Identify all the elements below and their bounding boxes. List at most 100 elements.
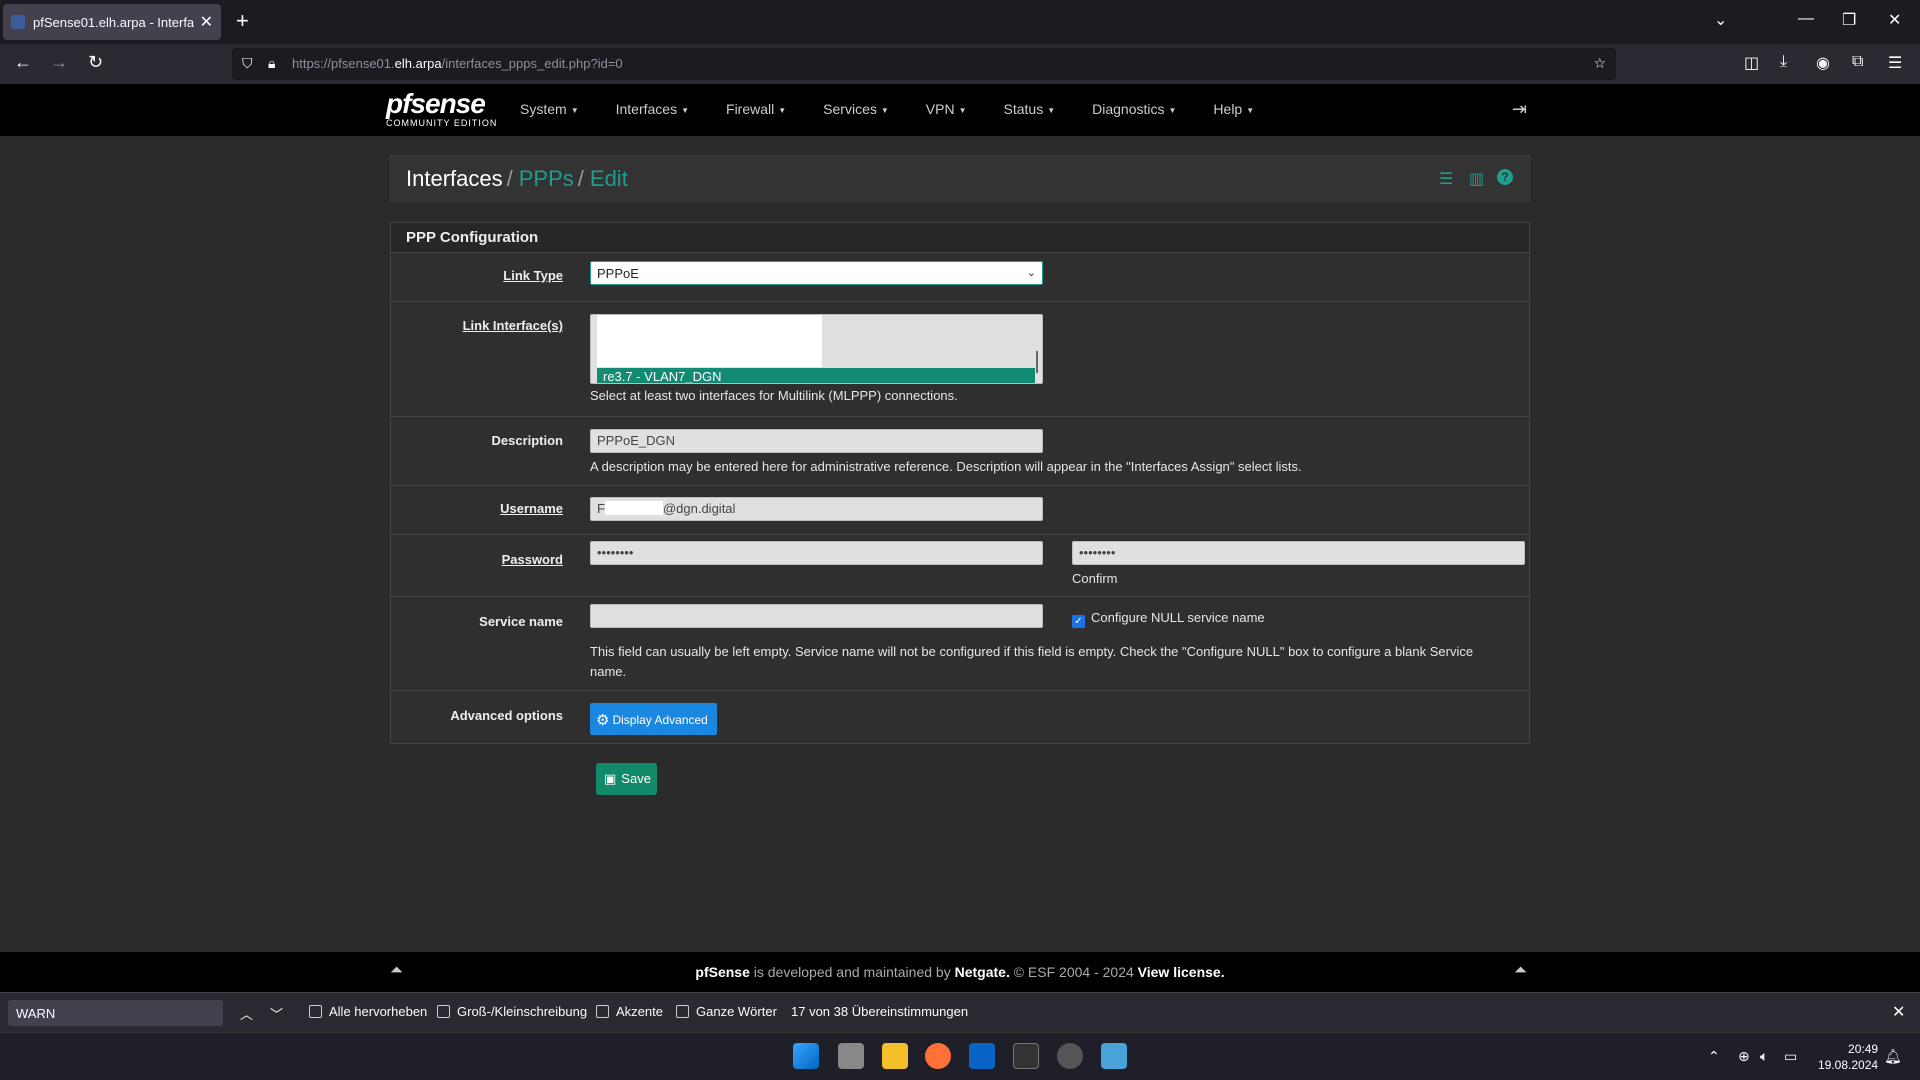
footer-text: pfSense is developed and maintained by N… [695,964,1225,980]
help-icon[interactable]: ? [1497,169,1513,185]
display-advanced-button[interactable]: ⚙ Display Advanced [590,703,717,735]
url-bar[interactable]: ⛉ 🔒︎ https://pfsense01.elh.arpa/interfac… [232,48,1616,80]
app-icon[interactable] [1057,1043,1083,1069]
logout-icon[interactable]: ⇥ [1512,99,1527,120]
back-icon[interactable]: ← [14,52,32,73]
minimize-icon[interactable]: — [1798,10,1814,28]
outlook-icon[interactable] [969,1043,995,1069]
terminal-icon[interactable] [1013,1043,1039,1069]
link-type-select[interactable]: PPPoE ⌄ [590,261,1043,285]
browser-tab[interactable]: pfSense01.elh.arpa - Interfaces: PPPs: E… [3,4,221,40]
username-input[interactable]: F @dgn.digital [590,497,1043,521]
service-name-row: Service name ✓ Configure NULL service nam… [391,597,1529,691]
restore-icon[interactable]: ❐ [1842,10,1856,30]
description-help: A description may be entered here for ad… [590,459,1302,474]
password-confirm-input[interactable]: •••••••• [1072,541,1525,565]
url-text[interactable]: https://pfsense01.elh.arpa/interfaces_pp… [292,56,623,71]
windows-start-icon[interactable] [793,1043,819,1069]
new-tab-icon[interactable]: + [236,8,249,34]
window-close-icon[interactable]: ✕ [1888,10,1901,30]
file-explorer-icon[interactable] [882,1043,908,1069]
browser-nav-bar: ← → ↻ ⛉ 🔒︎ https://pfsense01.elh.arpa/in… [0,44,1920,84]
remote-desktop-icon[interactable] [1101,1043,1127,1069]
pfsense-logo[interactable]: pfsense COMMUNITY EDITION [386,90,497,129]
diacritics-checkbox[interactable]: Akzente [596,1004,663,1019]
breadcrumb-edit-link[interactable]: Edit [590,166,628,191]
menu-system[interactable]: System ▼ [520,101,579,117]
menu-icon[interactable]: ☰ [1888,53,1902,73]
checkbox-checked-icon[interactable]: ✓ [1072,615,1085,628]
breadcrumb-interfaces: Interfaces [406,166,503,191]
find-result-count: 17 von 38 Übereinstimmungen [791,1004,969,1019]
tray-chevron-icon[interactable]: ⌃ [1708,1048,1720,1065]
windows-taskbar: ⌃ ⊕ 🔈︎ ▭ 20:49 19.08.2024 🔔︎ [0,1032,1920,1080]
menu-firewall[interactable]: Firewall ▼ [726,101,786,117]
find-prev-icon[interactable]: ︿ [240,1004,253,1023]
highlight-all-checkbox[interactable]: Alle hervorheben [309,1004,427,1019]
listbox-option-selected[interactable]: re3.7 - VLAN7_DGN [597,368,1035,383]
language-icon[interactable]: ⊕ [1738,1048,1750,1065]
volume-icon[interactable]: 🔈︎ [1760,1048,1768,1065]
gear-icon: ⚙ [596,712,610,729]
tab-list-icon[interactable]: ⌄ [1714,10,1727,30]
tab-close-icon[interactable]: ✕ [200,12,213,32]
main-menu: System ▼ Interfaces ▼ Firewall ▼ Services ▼ … [520,101,1291,117]
shield-icon[interactable]: ⛉ [242,55,253,72]
whole-words-checkbox[interactable]: Ganze Wörter [676,1004,777,1019]
link-interfaces-listbox[interactable]: re3.7 - VLAN7_DGN [590,314,1043,384]
find-input[interactable]: WARN [8,1000,223,1026]
link-interfaces-row: Link Interface(s) re3.7 - VLAN7_DGN Sele… [391,302,1529,417]
menu-status[interactable]: Status ▼ [1004,101,1056,117]
description-input[interactable]: PPPoE_DGN [590,429,1043,453]
menu-diagnostics[interactable]: Diagnostics ▼ [1092,101,1176,117]
scroll-top-icon[interactable]: ⏶ [1514,962,1527,980]
password-label: Password [501,552,563,567]
task-view-icon[interactable] [838,1043,864,1069]
network-icon[interactable]: ▭ [1784,1048,1797,1065]
menu-interfaces[interactable]: Interfaces ▼ [616,101,689,117]
menu-services[interactable]: Services ▼ [823,101,889,117]
notification-bell-icon[interactable]: 🔔︎ [1884,1048,1902,1065]
menu-vpn[interactable]: VPN ▼ [926,101,967,117]
link-type-row: Link Type PPPoE ⌄ [391,253,1529,302]
password-input[interactable]: •••••••• [590,541,1043,565]
listbox-scrollbar[interactable] [1036,351,1038,373]
description-label: Description [491,433,563,448]
browser-tab-bar: pfSense01.elh.arpa - Interfaces: PPPs: E… [0,0,1920,44]
bookmark-star-icon[interactable]: ☆ [1593,55,1606,72]
match-case-checkbox[interactable]: Groß-/Kleinschreibung [437,1004,587,1019]
system-clock[interactable]: 20:49 19.08.2024 [1818,1041,1878,1073]
link-interfaces-label: Link Interface(s) [462,318,563,333]
find-next-icon[interactable]: ﹀ [270,1004,283,1023]
pocket-icon[interactable]: ◫ [1744,53,1759,73]
extensions-icon[interactable]: ⧉ [1852,53,1863,71]
description-row: Description PPPoE_DGN A description may … [391,417,1529,486]
breadcrumb: Interfaces / PPPs / Edit ☰ ▥ ? [390,155,1530,202]
license-link[interactable]: View license. [1138,964,1225,980]
account-icon[interactable]: ◉ [1816,53,1830,73]
tab-title: pfSense01.elh.arpa - Interfaces: PPPs: E… [33,14,194,30]
save-button[interactable]: ▣ Save [596,763,657,795]
forward-icon[interactable]: → [50,52,68,73]
bar-chart-icon[interactable]: ▥ [1469,169,1484,189]
download-icon[interactable]: ⤓ [1780,53,1787,71]
username-row: Username F @dgn.digital [391,486,1529,535]
confirm-label: Confirm [1072,571,1118,586]
configure-null-checkbox[interactable]: ✓ Configure NULL service name [1072,608,1265,628]
chevron-down-icon: ⌄ [1026,267,1036,279]
floppy-disk-icon: ▣ [604,771,617,786]
netgate-link[interactable]: Netgate. [955,964,1010,980]
service-name-input[interactable] [590,604,1043,628]
reload-icon[interactable]: ↻ [88,52,103,73]
find-close-icon[interactable]: ✕ [1892,1002,1905,1022]
firefox-icon[interactable] [925,1043,951,1069]
breadcrumb-ppps-link[interactable]: PPPs [519,166,574,191]
service-name-label: Service name [479,614,563,629]
lock-icon[interactable]: 🔒︎ [268,55,275,72]
advanced-options-label: Advanced options [450,708,563,723]
menu-help[interactable]: Help ▼ [1213,101,1254,117]
find-bar: WARN ︿ ﹀ Alle hervorheben Groß-/Kleinsch… [0,992,1920,1032]
sliders-icon[interactable]: ☰ [1439,169,1453,189]
panel-title: PPP Configuration [391,223,1529,253]
pfsense-favicon-icon [11,15,25,29]
